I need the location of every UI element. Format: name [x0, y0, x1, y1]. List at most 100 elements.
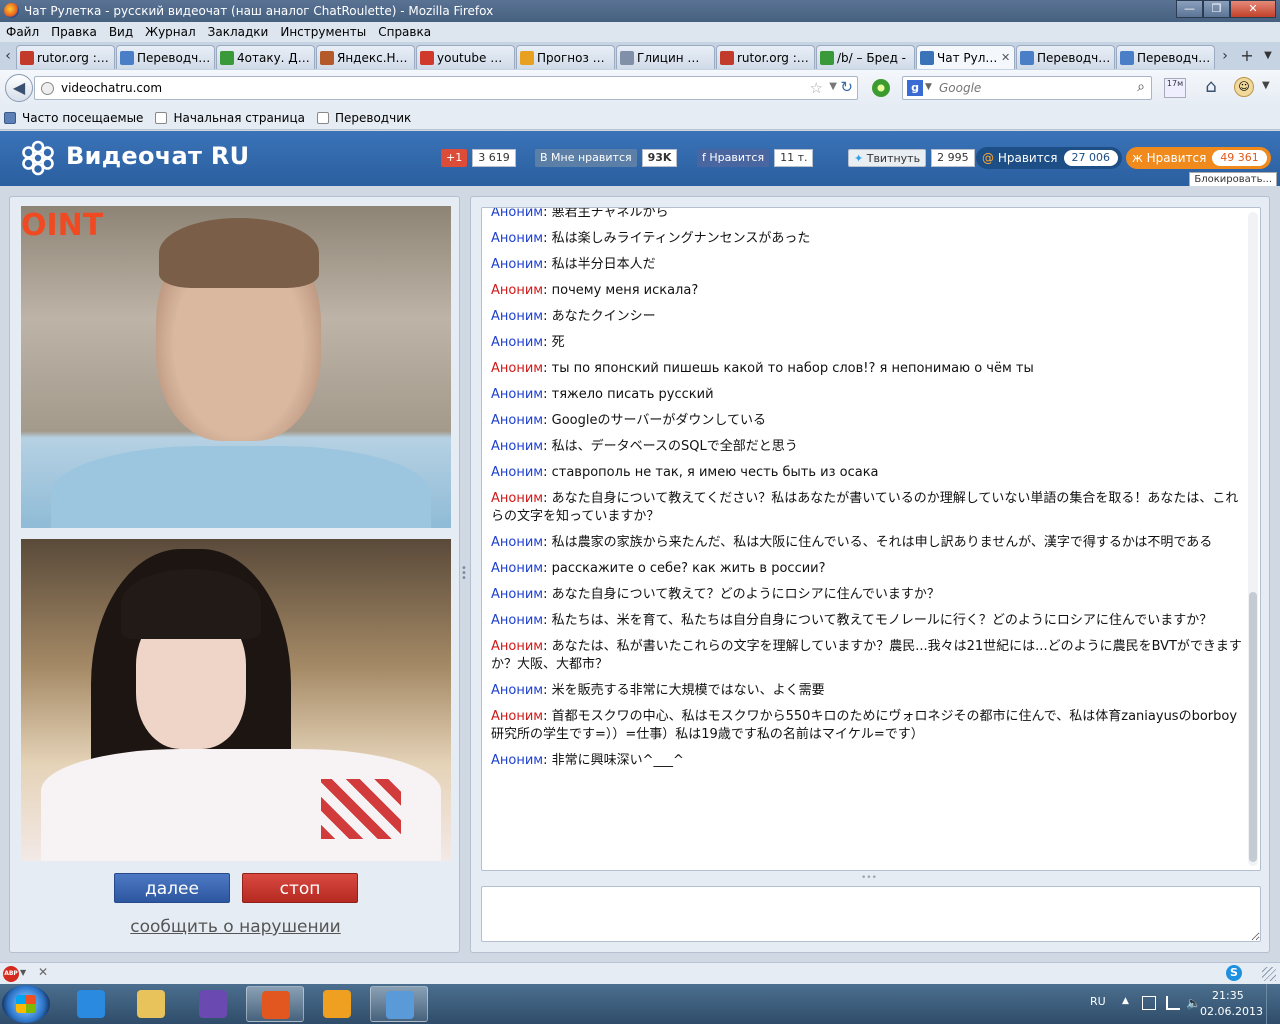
network-icon[interactable]: [1166, 996, 1180, 1010]
chevron-down-icon[interactable]: ▼: [1260, 47, 1276, 65]
close-window-button[interactable]: ✕: [1230, 0, 1276, 18]
next-button[interactable]: далее: [114, 873, 230, 903]
menu-tools[interactable]: Инструменты: [274, 22, 372, 42]
back-button[interactable]: ◀: [5, 74, 33, 102]
ok-like-button[interactable]: ж Нравится 49 361: [1126, 147, 1271, 169]
chevron-down-icon[interactable]: ▼: [1262, 80, 1270, 91]
tab-5[interactable]: Прогноз по...: [516, 45, 615, 69]
smiley-icon[interactable]: ☺: [1234, 77, 1254, 97]
menu-bookmarks[interactable]: Закладки: [202, 22, 275, 42]
tab-6[interactable]: Глицин — ...: [616, 45, 715, 69]
taskbar-firefox[interactable]: [246, 986, 304, 1022]
language-indicator[interactable]: RU: [1090, 995, 1106, 1008]
chat-scrollbar[interactable]: [1248, 212, 1258, 866]
tab-8[interactable]: /b/ – Бред -: [816, 45, 915, 69]
bookmark-start-page[interactable]: Начальная страница: [155, 111, 305, 125]
action-center-icon[interactable]: [1142, 996, 1156, 1010]
search-icon[interactable]: ⌕: [1137, 79, 1145, 95]
star-icon[interactable]: ☆: [810, 79, 823, 97]
close-tab-icon[interactable]: ✕: [1001, 51, 1011, 64]
ok-count: 49 361: [1212, 150, 1267, 166]
report-violation-link[interactable]: сообщить о нарушении: [10, 917, 461, 937]
reload-icon[interactable]: ↻: [840, 78, 853, 96]
globe-icon: [41, 82, 54, 95]
vk-like-button[interactable]: B Мне нравится: [535, 149, 637, 167]
chat-message: Аноним: あなたクインシー: [491, 309, 656, 324]
menu-help[interactable]: Справка: [372, 22, 437, 42]
volume-icon[interactable]: 🔈: [1186, 996, 1201, 1010]
taskbar-control-panel[interactable]: [370, 986, 428, 1022]
tweet-button[interactable]: ✦ Твитнуть: [848, 149, 927, 167]
weather-icon: [520, 50, 534, 65]
clock-time[interactable]: 21:35: [1212, 989, 1244, 1002]
new-tab-button[interactable]: +: [1238, 47, 1256, 65]
chat-author: Аноним: [491, 257, 544, 272]
taskbar-explorer[interactable]: [122, 986, 180, 1022]
tab-9[interactable]: Чат Руле... ✕: [916, 45, 1015, 69]
chevron-down-icon[interactable]: ▼: [20, 968, 26, 977]
resize-grip-icon[interactable]: [1262, 967, 1276, 981]
tab-strip: rutor.org :: ... Переводчи... 4отаку. Дис.…: [16, 45, 1216, 69]
panel-resize-handle[interactable]: • • •: [461, 564, 467, 584]
menu-history[interactable]: Журнал: [139, 22, 202, 42]
tab-10[interactable]: Переводчи...: [1016, 45, 1115, 69]
flower-logo-icon[interactable]: [20, 140, 56, 176]
bookmark-folder-icon: [4, 111, 16, 124]
tab-4[interactable]: youtube — ...: [416, 45, 515, 69]
chevron-down-icon[interactable]: ▼: [829, 81, 837, 92]
tab-bar: ‹ rutor.org :: ... Переводчи... 4отаку. Ди…: [0, 42, 1280, 70]
tab-scroll-right[interactable]: ›: [1218, 47, 1232, 65]
tray-expand-icon[interactable]: ▲: [1122, 996, 1129, 1006]
stop-button[interactable]: стоп: [242, 873, 358, 903]
chat-message: Аноним: 首都モスクワの中心、私はモスクワから550キロのためにヴォロネジ…: [491, 709, 1238, 742]
start-button[interactable]: [2, 985, 50, 1023]
menu-edit[interactable]: Правка: [45, 22, 103, 42]
mailru-like-button[interactable]: @ Нравится 27 006: [976, 147, 1122, 169]
show-desktop-button[interactable]: [1266, 984, 1280, 1024]
chat-scrollbar-thumb[interactable]: [1249, 592, 1257, 862]
adblock-icon[interactable]: ABP: [3, 966, 19, 982]
skype-icon[interactable]: S: [1226, 965, 1242, 981]
site-logo-text[interactable]: Видеочат RU: [66, 142, 249, 170]
minimize-button[interactable]: —: [1176, 0, 1203, 18]
taskbar-avast[interactable]: [308, 986, 366, 1022]
tab-2[interactable]: 4отаку. Дис...: [216, 45, 315, 69]
chevron-down-icon[interactable]: ▼: [925, 82, 932, 92]
menu-file[interactable]: Файл: [0, 22, 45, 42]
chat-message: Аноним: тяжело писать русский: [491, 387, 714, 402]
taskbar-ie[interactable]: [62, 986, 120, 1022]
local-video: [21, 539, 451, 861]
menu-view[interactable]: Вид: [103, 22, 139, 42]
bookmark-translator[interactable]: Переводчик: [316, 111, 411, 125]
tab-scroll-left[interactable]: ‹: [1, 47, 15, 65]
window-titlebar: Чат Рулетка - русский видеочат (наш анал…: [0, 0, 1280, 22]
translate-icon: [1120, 50, 1134, 65]
tab-1[interactable]: Переводчи...: [116, 45, 215, 69]
visual-studio-icon: [199, 990, 227, 1018]
facebook-widget: f Нравится 11 т.: [697, 147, 814, 169]
chat-message-text: 私は半分日本人だ: [551, 257, 656, 272]
home-icon[interactable]: ⌂: [1200, 76, 1222, 98]
close-icon[interactable]: ✕: [38, 965, 48, 979]
bookmark-most-visited[interactable]: Часто посещаемые: [4, 111, 143, 125]
clock-date[interactable]: 02.06.2013: [1200, 1005, 1263, 1018]
chat-resize-grip[interactable]: •••: [861, 873, 877, 883]
tab-0[interactable]: rutor.org :: ...: [16, 45, 115, 69]
chat-input[interactable]: [481, 886, 1261, 942]
search-input[interactable]: [937, 79, 1127, 97]
addon-counter-icon[interactable]: 17м: [1164, 78, 1186, 98]
facebook-like-button[interactable]: f Нравится: [697, 149, 770, 167]
tab-7[interactable]: rutor.org :: ...: [716, 45, 815, 69]
addon-green-icon[interactable]: [872, 79, 890, 97]
tab-11[interactable]: Переводчи...: [1116, 45, 1215, 69]
taskbar-visual-studio[interactable]: [184, 986, 242, 1022]
mailru-count: 27 006: [1063, 150, 1118, 166]
firefox-icon: [4, 3, 19, 18]
tab-3[interactable]: Яндекс.Нар...: [316, 45, 415, 69]
gplus-button[interactable]: +1: [441, 149, 468, 167]
tab-label: Яндекс.Нар...: [337, 50, 411, 65]
block-button[interactable]: Блокировать...: [1189, 172, 1277, 187]
url-input[interactable]: [59, 79, 799, 97]
google-icon[interactable]: g: [907, 80, 923, 96]
maximize-button[interactable]: ❒: [1203, 0, 1230, 18]
